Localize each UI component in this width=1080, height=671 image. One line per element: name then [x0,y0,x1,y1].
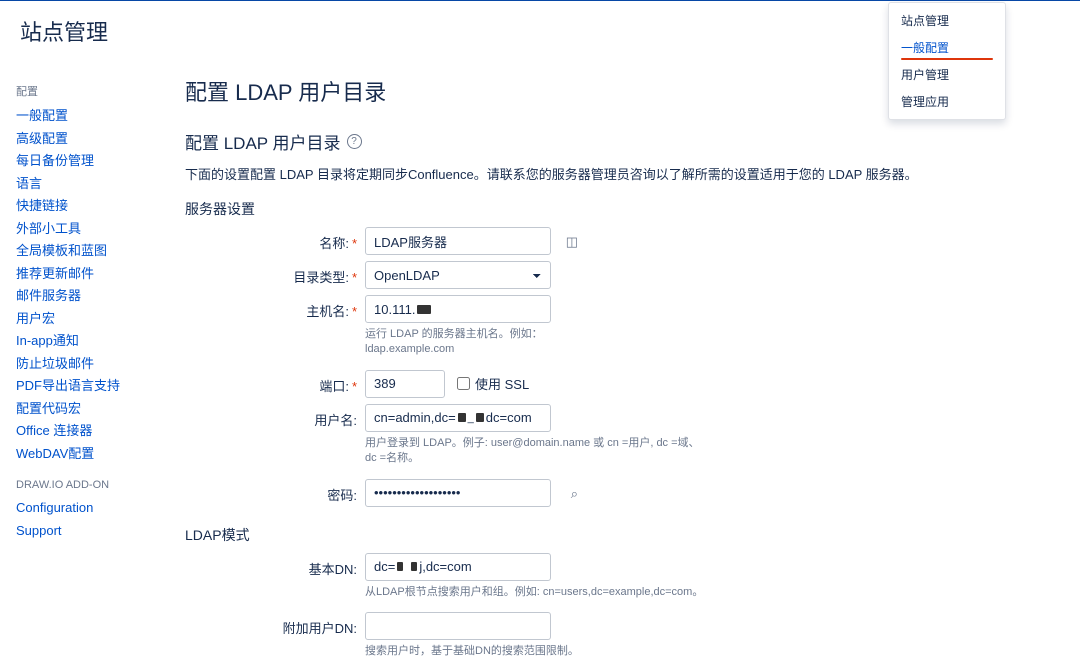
server-settings-heading: 服务器设置 [185,199,1080,219]
port-input[interactable] [365,370,445,398]
dropdown-item-site[interactable]: 站点管理 [889,7,1005,34]
type-select[interactable]: OpenLDAP [365,261,551,289]
adddn-help: 搜索用户时，基于基础DN的搜索范围限制。 [365,644,705,659]
sidebar-item-mailserver[interactable]: 邮件服务器 [16,285,155,308]
adddn-label: 附加用户DN: [185,612,365,637]
sidebar-item-recommended[interactable]: 推荐更新邮件 [16,263,155,286]
sidebar-item-codemacro[interactable]: 配置代码宏 [16,398,155,421]
sidebar-item-advanced[interactable]: 高级配置 [16,128,155,151]
sidebar-item-drawio-config[interactable]: Configuration [16,497,155,520]
sidebar-item-shortcuts[interactable]: 快捷链接 [16,195,155,218]
sidebar-item-office[interactable]: Office 连接器 [16,420,155,443]
basedn-label: 基本DN: [185,553,365,578]
sidebar-item-general[interactable]: 一般配置 [16,105,155,128]
dropdown-item-general[interactable]: 一般配置 [889,34,1005,61]
sidebar-item-inapp[interactable]: In-app通知 [16,330,155,353]
host-input[interactable]: 10.111. [365,295,551,323]
name-label: 名称:* [185,227,365,252]
sidebar-group-drawio: DRAW.IO ADD-ON [16,479,155,491]
sidebar-item-webdav[interactable]: WebDAV配置 [16,443,155,466]
basedn-input[interactable]: dc= j,dc=com [365,553,551,581]
ldap-mode-heading: LDAP模式 [185,525,1080,545]
sidebar-item-spam[interactable]: 防止垃圾邮件 [16,353,155,376]
adddn-input[interactable] [365,612,551,640]
host-help: 运行 LDAP 的服务器主机名。例如： ldap.example.com [365,327,585,358]
ssl-label: 使用 SSL [475,374,529,393]
user-input[interactable]: cn=admin,dc=_ dc=com [365,404,551,432]
ssl-checkbox-wrap[interactable]: 使用 SSL [457,374,529,393]
main-content: 配置 LDAP 用户目录 配置 LDAP 用户目录 ? 下面的设置配置 LDAP… [155,65,1080,671]
type-label: 目录类型:* [185,261,365,286]
password-input[interactable] [365,479,551,507]
sidebar-group-config: 配置 [16,83,155,99]
port-label: 端口:* [185,370,365,395]
sidebar-item-pdf[interactable]: PDF导出语言支持 [16,375,155,398]
basedn-help: 从LDAP根节点搜索用户和组。例如: cn=users,dc=example,d… [365,585,705,600]
sidebar: 配置 一般配置 高级配置 每日备份管理 语言 快捷链接 外部小工具 全局模板和蓝… [0,65,155,671]
sidebar-item-templates[interactable]: 全局模板和蓝图 [16,240,155,263]
sidebar-item-language[interactable]: 语言 [16,173,155,196]
ssl-checkbox[interactable] [457,377,470,390]
section-title-text: 配置 LDAP 用户目录 [185,129,341,154]
user-help: 用户登录到 LDAP。例子: user@domain.name 或 cn =用户… [365,436,705,467]
user-label: 用户名: [185,404,365,429]
sidebar-item-gadgets[interactable]: 外部小工具 [16,218,155,241]
breadcrumb-dropdown: 站点管理 一般配置 用户管理 管理应用 [888,2,1006,120]
key-icon: ⌕ [571,486,578,502]
address-book-icon: ◫ [566,234,578,250]
section-description: 下面的设置配置 LDAP 目录将定期同步Confluence。请联系您的服务器管… [185,164,1080,183]
sidebar-item-drawio-support[interactable]: Support [16,520,155,543]
name-input[interactable] [365,227,551,255]
dropdown-item-users[interactable]: 用户管理 [889,61,1005,88]
password-label: 密码: [185,479,365,504]
host-label: 主机名:* [185,295,365,320]
dropdown-item-apps[interactable]: 管理应用 [889,88,1005,115]
sidebar-item-usermacro[interactable]: 用户宏 [16,308,155,331]
help-icon[interactable]: ? [347,134,362,149]
sidebar-item-backup[interactable]: 每日备份管理 [16,150,155,173]
section-title: 配置 LDAP 用户目录 ? [185,129,1080,154]
header-title: 站点管理 [20,15,108,47]
